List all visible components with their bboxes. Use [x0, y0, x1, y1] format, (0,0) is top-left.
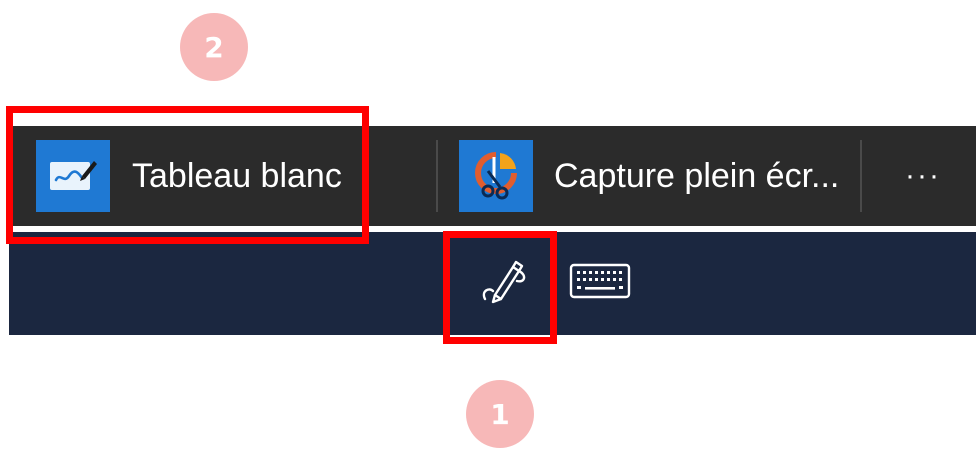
- windows-ink-button[interactable]: [453, 232, 557, 335]
- menu-item-whiteboard[interactable]: Tableau blanc: [36, 126, 342, 226]
- menu-divider: [436, 140, 438, 212]
- menu-item-label: Capture plein écr...: [554, 156, 840, 195]
- keyboard-icon: [569, 263, 631, 304]
- taskbar: [9, 232, 976, 335]
- menu-item-screen-snip[interactable]: Capture plein écr...: [459, 126, 839, 226]
- menu-item-label: Tableau blanc: [132, 156, 342, 195]
- more-button[interactable]: ···: [893, 126, 953, 226]
- touch-keyboard-button[interactable]: [562, 232, 638, 335]
- snip-sketch-icon: [459, 140, 533, 212]
- step-badge-2: 2: [180, 13, 248, 81]
- step-badge-1: 1: [466, 380, 534, 448]
- whiteboard-icon: [36, 140, 110, 212]
- pen-icon: [479, 257, 531, 310]
- pen-menu: Tableau blanc Capture plein écr... ···: [9, 126, 976, 226]
- menu-divider: [860, 140, 862, 212]
